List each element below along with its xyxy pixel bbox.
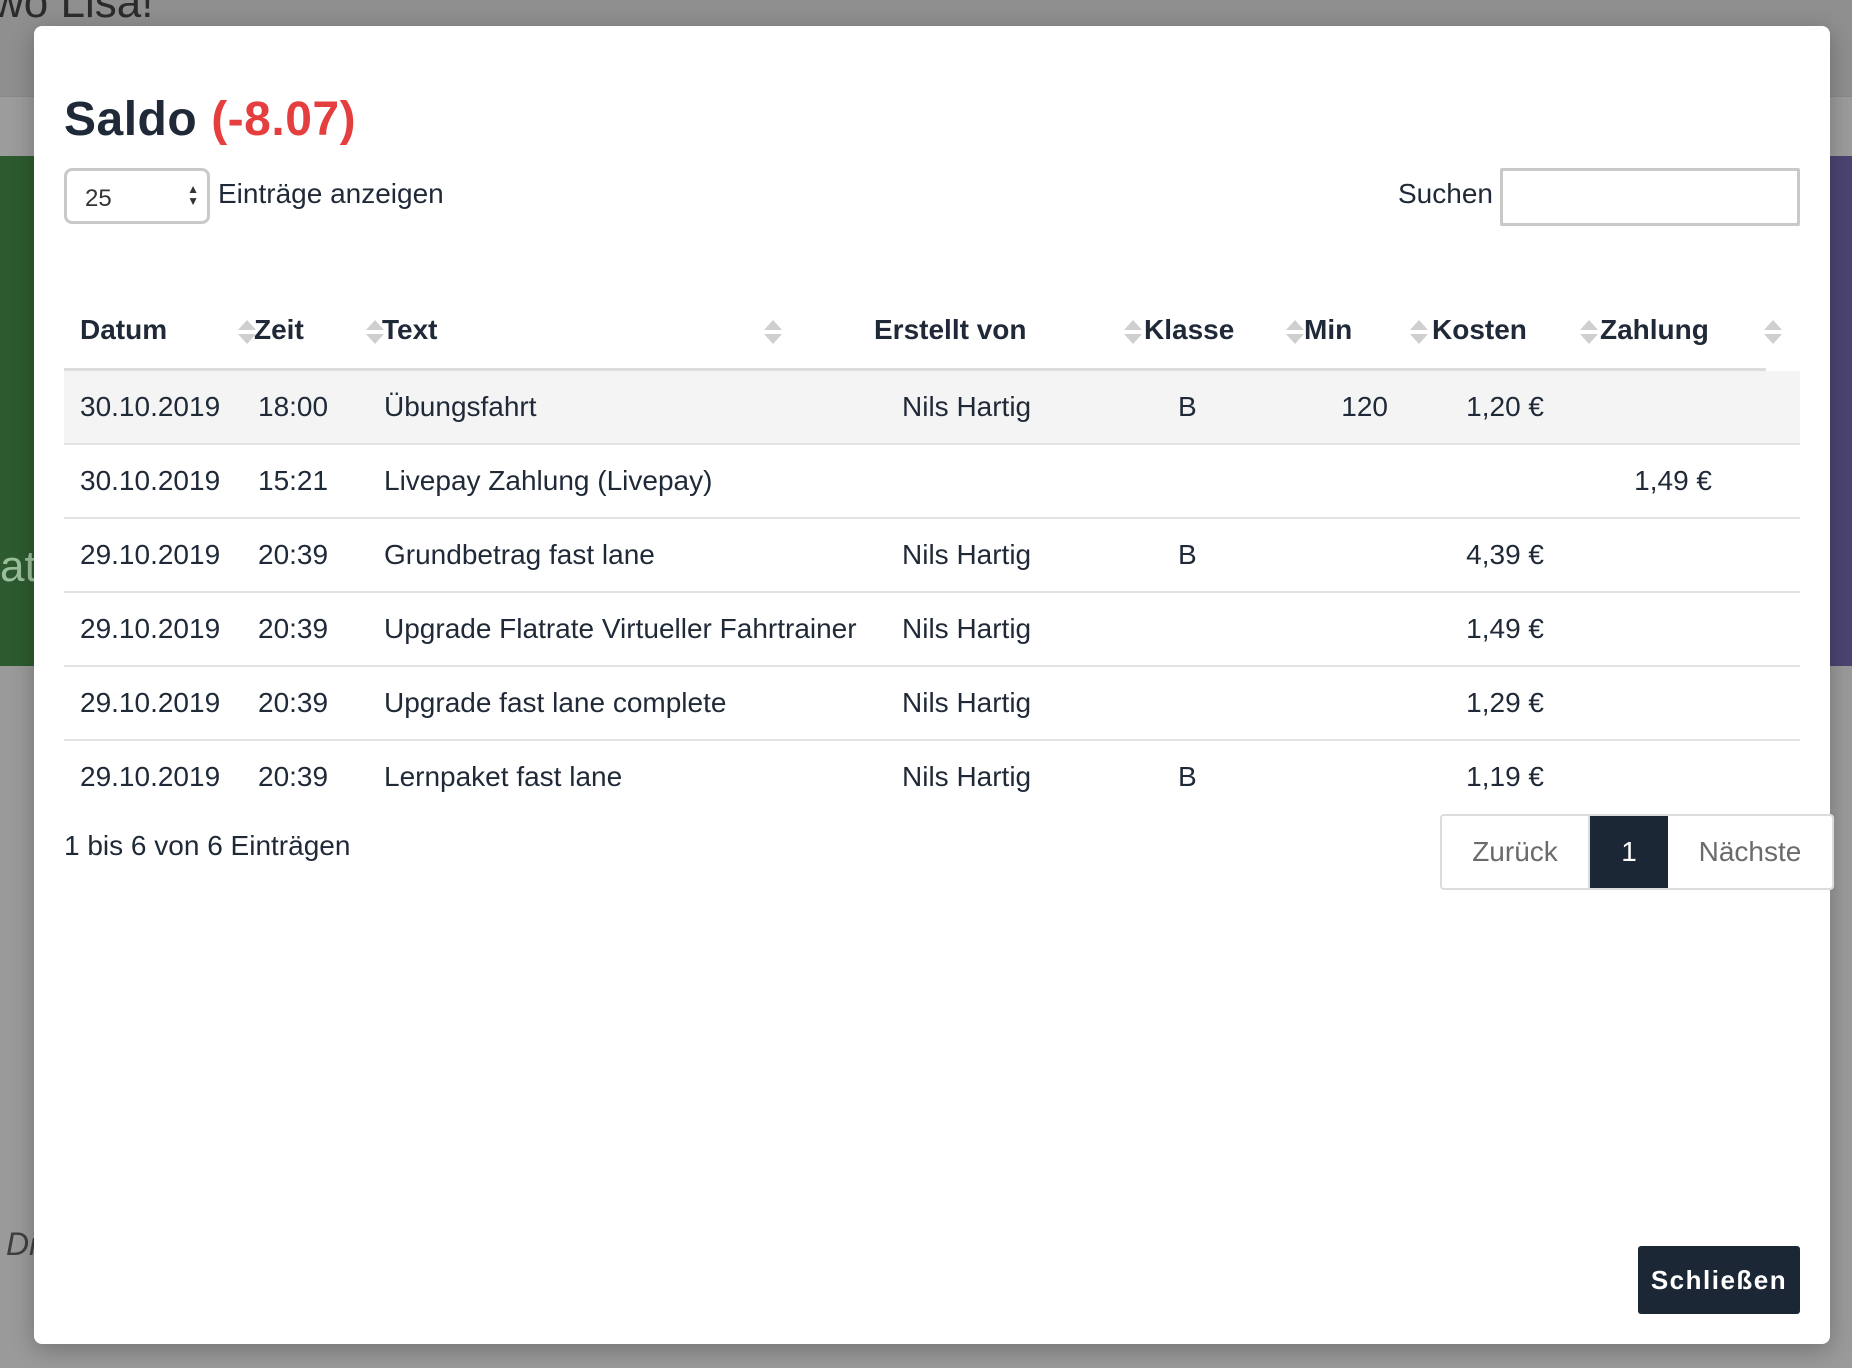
column-header-zahlung[interactable]: Zahlung xyxy=(1600,314,1709,346)
cell-erstellt-von: Nils Hartig xyxy=(902,761,1032,792)
column-header-text[interactable]: Text xyxy=(382,314,438,346)
cell-zeit: 15:21 xyxy=(258,465,329,496)
modal-body: Saldo (-8.07) 25 ▲ ▼ Einträge anzeigen Suc… xyxy=(64,26,1834,1344)
entries-per-page-value: 25 xyxy=(85,185,112,212)
table-row: 29.10.2019 20:39 Lernpaket fast lane Nil… xyxy=(64,741,1800,815)
column-header-datum[interactable]: Datum xyxy=(80,314,167,346)
cell-zahlung: 1,49 € xyxy=(1634,465,1712,496)
cell-datum: 30.10.2019 xyxy=(80,391,221,422)
pagination-next-button[interactable]: Nächste xyxy=(1668,816,1832,888)
cell-text: Upgrade Flatrate Virtueller Fahrtrainer xyxy=(384,613,857,644)
cell-datum: 29.10.2019 xyxy=(80,613,221,644)
cell-zeit: 20:39 xyxy=(258,613,329,644)
cell-klasse: B xyxy=(1178,761,1197,792)
cell-min: 120 xyxy=(1341,391,1388,422)
cell-zeit: 20:39 xyxy=(258,687,329,718)
cell-datum: 29.10.2019 xyxy=(80,761,221,792)
sort-icon[interactable] xyxy=(1410,320,1428,346)
cell-datum: 29.10.2019 xyxy=(80,687,221,718)
pagination: Zurück 1 Nächste xyxy=(1440,814,1834,890)
table-row: 29.10.2019 20:39 Grundbetrag fast lane N… xyxy=(64,519,1800,593)
table-header: Datum Zeit Text Erstellt von Klasse Min … xyxy=(64,300,1782,371)
background-heading: wo Lisa! xyxy=(0,0,154,27)
cell-erstellt-von: Nils Hartig xyxy=(902,539,1032,570)
cell-text: Grundbetrag fast lane xyxy=(384,539,655,570)
search-label: Suchen xyxy=(1398,178,1493,209)
cell-klasse: B xyxy=(1178,539,1197,570)
table-row: 29.10.2019 20:39 Upgrade fast lane compl… xyxy=(64,667,1800,741)
cell-zeit: 20:39 xyxy=(258,539,329,570)
cell-zeit: 20:39 xyxy=(258,761,329,792)
cell-text: Upgrade fast lane complete xyxy=(384,687,727,718)
column-header-zeit[interactable]: Zeit xyxy=(254,314,304,346)
modal-title: Saldo (-8.07) xyxy=(64,92,356,147)
cell-kosten: 4,39 € xyxy=(1466,539,1544,570)
sort-icon[interactable] xyxy=(1764,320,1782,346)
column-header-min[interactable]: Min xyxy=(1304,314,1352,346)
sort-icon[interactable] xyxy=(1124,320,1142,346)
table-row: 30.10.2019 15:21 Livepay Zahlung (Livepa… xyxy=(64,445,1800,519)
entries-per-page-select[interactable]: 25 ▲ ▼ xyxy=(64,168,210,224)
pagination-page-1[interactable]: 1 xyxy=(1590,816,1668,888)
sort-icon[interactable] xyxy=(1286,320,1304,346)
cell-kosten: 1,20 € xyxy=(1466,391,1544,422)
cell-erstellt-von: Nils Hartig xyxy=(902,391,1032,422)
title-text: Saldo xyxy=(64,93,198,146)
close-button[interactable]: Schließen xyxy=(1638,1246,1800,1314)
pagination-prev-button[interactable]: Zurück xyxy=(1442,816,1590,888)
column-header-erstellt-von[interactable]: Erstellt von xyxy=(874,314,1026,346)
cell-kosten: 1,49 € xyxy=(1466,613,1544,644)
transactions-table: Datum Zeit Text Erstellt von Klasse Min … xyxy=(64,300,1800,815)
saldo-modal: Saldo (-8.07) 25 ▲ ▼ Einträge anzeigen Suc… xyxy=(34,26,1834,1344)
cell-text: Lernpaket fast lane xyxy=(384,761,623,792)
cell-datum: 29.10.2019 xyxy=(80,539,221,570)
entries-per-page-label: Einträge anzeigen xyxy=(218,178,444,209)
cell-text: Livepay Zahlung (Livepay) xyxy=(384,465,713,496)
search-input[interactable] xyxy=(1500,168,1800,226)
sort-icon[interactable] xyxy=(764,320,782,346)
table-body: 30.10.2019 18:00 Übungsfahrt Nils Hartig… xyxy=(64,371,1800,815)
balance-value: (-8.07) xyxy=(211,93,357,146)
cell-text: Übungsfahrt xyxy=(384,391,537,422)
cell-erstellt-von: Nils Hartig xyxy=(902,687,1032,718)
column-header-kosten[interactable]: Kosten xyxy=(1432,314,1527,346)
select-arrows-icon: ▲ ▼ xyxy=(187,182,199,208)
sort-icon[interactable] xyxy=(1580,320,1598,346)
background-bottom-text: Di xyxy=(6,1226,37,1262)
column-header-klasse[interactable]: Klasse xyxy=(1144,314,1234,346)
cell-klasse: B xyxy=(1178,391,1197,422)
cell-erstellt-von: Nils Hartig xyxy=(902,613,1032,644)
cell-kosten: 1,19 € xyxy=(1466,761,1544,792)
table-info: 1 bis 6 von 6 Einträgen xyxy=(64,830,351,861)
cell-kosten: 1,29 € xyxy=(1466,687,1544,718)
background-panel-text: at xyxy=(0,542,37,591)
table-row: 29.10.2019 20:39 Upgrade Flatrate Virtue… xyxy=(64,593,1800,667)
table-row: 30.10.2019 18:00 Übungsfahrt Nils Hartig… xyxy=(64,371,1800,445)
cell-zeit: 18:00 xyxy=(258,391,329,422)
cell-datum: 30.10.2019 xyxy=(80,465,221,496)
